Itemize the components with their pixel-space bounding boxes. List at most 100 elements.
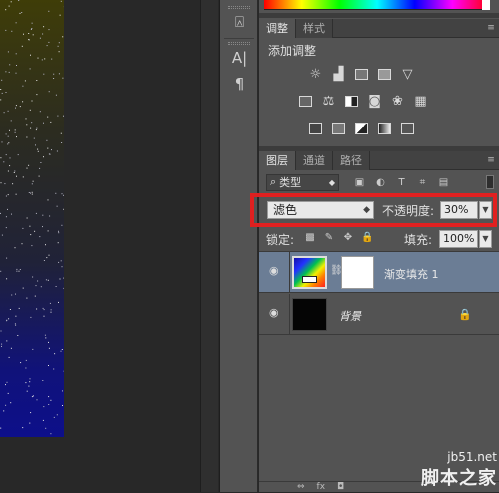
filter-toggle[interactable] <box>486 175 494 189</box>
lock-image-icon[interactable]: ✎ <box>323 232 335 244</box>
blend-mode-select[interactable]: 滤色 ◆ <box>267 201 374 219</box>
tab-paths[interactable]: 路径 <box>333 151 370 170</box>
shape-filter-icon[interactable]: ⌗ <box>416 176 429 189</box>
layer-row-background[interactable]: ◉ 背景 🔒 <box>259 294 499 335</box>
lock-row: 锁定: ▩ ✎ ✥ 🔒 填充: 100% ▼ <box>259 227 499 251</box>
noise-dot <box>63 195 64 196</box>
noise-dot <box>9 6 10 7</box>
adjustment-filter-icon[interactable]: ◐ <box>374 176 387 189</box>
filter-kind-select[interactable]: ⌕ 类型 ◆ <box>266 174 339 191</box>
noise-dot <box>36 80 37 81</box>
background-thumbnail[interactable] <box>292 298 327 331</box>
noise-dot <box>6 320 7 321</box>
noise-dot <box>26 137 27 138</box>
channel-mixer-icon[interactable]: ❀ <box>389 93 406 110</box>
noise-dot <box>8 111 9 112</box>
opacity-input[interactable]: 30% <box>440 201 478 219</box>
smartobject-filter-icon[interactable]: ▤ <box>437 176 450 189</box>
color-spectrum[interactable] <box>264 0 490 10</box>
gradient-map-icon[interactable] <box>376 120 393 137</box>
lock-icons: ▩ ✎ ✥ 🔒 <box>304 232 373 244</box>
color-lookup-icon[interactable]: ▦ <box>412 93 429 110</box>
noise-dot <box>56 95 57 96</box>
layer-name[interactable]: 背景 <box>339 308 361 324</box>
paragraph-icon[interactable]: ¶ <box>220 71 259 97</box>
eye-icon[interactable]: ◉ <box>269 266 282 276</box>
noise-dot <box>30 193 31 194</box>
canvas-scroll-edge <box>200 0 218 492</box>
noise-dot <box>58 302 59 303</box>
noise-dot <box>29 226 30 227</box>
threshold-icon[interactable] <box>353 120 370 137</box>
lock-position-icon[interactable]: ✥ <box>342 232 354 244</box>
exposure-icon[interactable] <box>376 66 393 83</box>
tab-channels[interactable]: 通道 <box>296 151 333 170</box>
curves-icon[interactable] <box>353 66 370 83</box>
stamp-icon[interactable]: ⍓ <box>220 9 259 35</box>
pixel-filter-icon[interactable]: ▣ <box>353 176 366 189</box>
noise-dot <box>5 71 6 72</box>
hue-saturation-icon[interactable] <box>297 93 314 110</box>
document-canvas[interactable] <box>0 0 64 437</box>
noise-dot <box>42 215 43 216</box>
noise-dot <box>4 183 5 184</box>
noise-dot <box>18 154 19 155</box>
layers-tabbar: 图层 通道 路径 ≡ <box>259 151 499 170</box>
opacity-dropdown-button[interactable]: ▼ <box>479 201 492 219</box>
panel-menu-icon[interactable]: ≡ <box>483 151 499 169</box>
fill-dropdown-button[interactable]: ▼ <box>479 230 492 248</box>
black-white-icon[interactable] <box>343 93 360 110</box>
noise-dot <box>0 89 1 90</box>
gradient-fill-thumbnail[interactable] <box>292 256 327 289</box>
fill-input[interactable]: 100% <box>439 230 478 248</box>
tab-layers[interactable]: 图层 <box>259 151 296 170</box>
noise-dot <box>48 365 49 366</box>
noise-dot <box>8 142 9 143</box>
tab-styles[interactable]: 样式 <box>296 19 333 38</box>
noise-dot <box>15 325 16 326</box>
brightness-icon[interactable]: ☼ <box>307 66 324 83</box>
eye-icon[interactable]: ◉ <box>269 308 282 318</box>
type-filter-icon[interactable]: T <box>395 176 408 189</box>
noise-dot <box>15 323 16 324</box>
noise-dot <box>40 111 41 112</box>
noise-dot <box>9 165 10 166</box>
mask-icon[interactable]: ◘ <box>337 482 344 492</box>
character-icon[interactable]: A| <box>220 45 259 71</box>
noise-dot <box>57 116 58 117</box>
lock-transparent-icon[interactable]: ▩ <box>304 232 316 244</box>
noise-dot <box>48 11 49 12</box>
tab-adjustments[interactable]: 调整 <box>259 19 296 38</box>
noise-dot <box>0 99 1 100</box>
noise-dot <box>59 42 60 43</box>
selective-color-icon[interactable] <box>399 120 416 137</box>
noise-dot <box>37 149 38 150</box>
watermark-brand: 脚本之家 <box>421 464 497 490</box>
add-adjustment-title: 添加调整 <box>268 42 316 59</box>
layer-name[interactable]: 渐变填充 1 <box>384 266 439 282</box>
invert-icon[interactable] <box>307 120 324 137</box>
noise-dot <box>2 93 3 94</box>
layer-row-gradient-fill[interactable]: ◉ ⛓ 渐变填充 1 <box>259 252 499 293</box>
noise-dot <box>6 216 7 217</box>
noise-dot <box>30 234 31 235</box>
photo-filter-icon[interactable]: ◙ <box>366 93 383 110</box>
chevron-updown-icon: ◆ <box>329 178 335 187</box>
canvas-area[interactable] <box>0 0 218 492</box>
noise-dot <box>8 194 9 195</box>
noise-dot <box>6 92 7 93</box>
noise-dot <box>49 29 50 30</box>
posterize-icon[interactable] <box>330 120 347 137</box>
vibrance-icon[interactable]: ▽ <box>399 66 416 83</box>
noise-dot <box>15 294 16 295</box>
noise-dot <box>2 235 3 236</box>
layer-mask-thumbnail[interactable] <box>341 256 374 289</box>
levels-icon[interactable]: ▟ <box>330 66 347 83</box>
fx-icon[interactable]: fx <box>317 482 326 492</box>
noise-dot <box>0 213 1 214</box>
link-icon[interactable]: ⇔ <box>297 482 305 492</box>
panel-menu-icon[interactable]: ≡ <box>483 19 499 37</box>
color-balance-icon[interactable]: ⚖ <box>320 93 337 110</box>
noise-dot <box>20 13 21 14</box>
lock-all-icon[interactable]: 🔒 <box>361 232 373 244</box>
